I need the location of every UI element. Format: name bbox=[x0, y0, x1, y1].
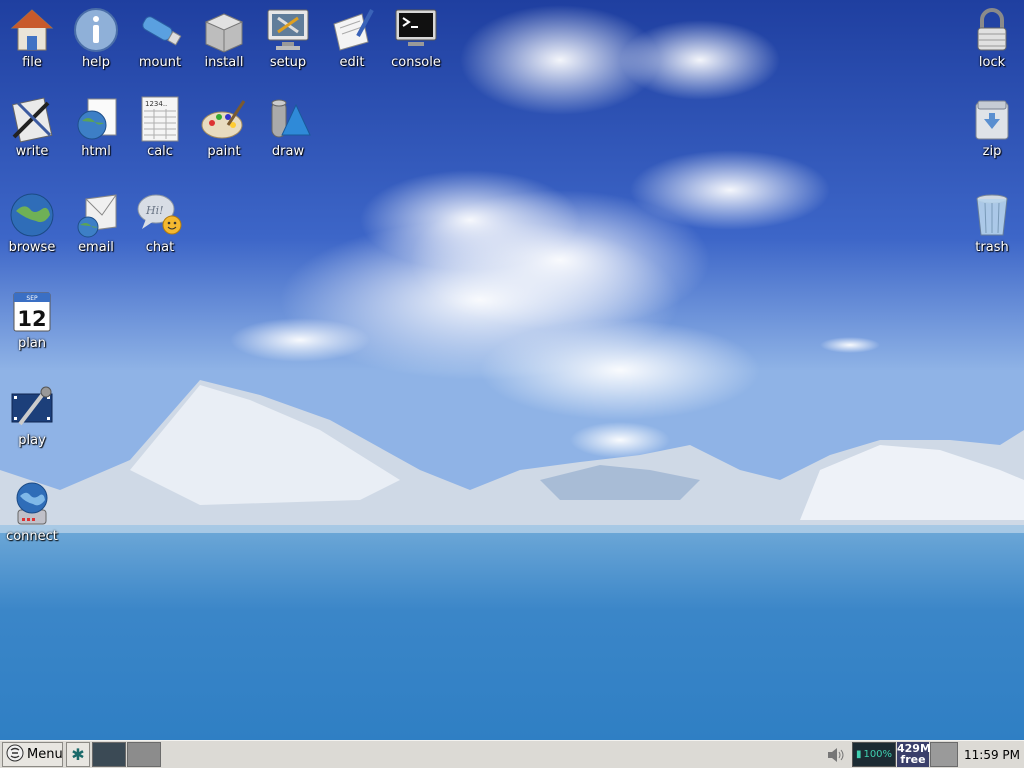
desktop-icon-draw[interactable]: draw bbox=[256, 95, 320, 159]
memory-label: free bbox=[900, 753, 926, 766]
info-icon bbox=[72, 6, 120, 54]
icon-label: trash bbox=[975, 240, 1009, 255]
icon-label: write bbox=[15, 144, 49, 159]
icon-label: mount bbox=[138, 55, 182, 70]
archive-icon bbox=[968, 95, 1016, 143]
trash-bin-icon bbox=[968, 191, 1016, 239]
web-editor-icon bbox=[72, 95, 120, 143]
desktop-icon-file[interactable]: file bbox=[0, 6, 64, 70]
desktop-icon-play[interactable]: play bbox=[0, 384, 64, 448]
desktop-icon-edit[interactable]: edit bbox=[320, 6, 384, 70]
icon-label: zip bbox=[982, 144, 1002, 159]
svg-text:1234..: 1234.. bbox=[145, 100, 167, 108]
home-folder-icon bbox=[8, 6, 56, 54]
desktop-icon-paint[interactable]: paint bbox=[192, 95, 256, 159]
desktop-icon-setup[interactable]: setup bbox=[256, 6, 320, 70]
menu-button[interactable]: Menu bbox=[2, 742, 63, 767]
desktop-icon-zip[interactable]: zip bbox=[960, 95, 1024, 159]
memory-indicator[interactable]: 429M free bbox=[897, 742, 931, 767]
svg-text:Hi!: Hi! bbox=[145, 204, 164, 217]
icon-label: console bbox=[391, 55, 441, 70]
chat-bubble-icon: Hi! bbox=[136, 191, 184, 239]
desktop-icon-email[interactable]: email bbox=[64, 191, 128, 255]
start-menu-icon bbox=[6, 744, 24, 766]
icon-label: install bbox=[204, 55, 244, 70]
menu-label: Menu bbox=[27, 747, 63, 762]
desktop-icon-mount[interactable]: mount bbox=[128, 6, 192, 70]
icon-label: lock bbox=[978, 55, 1006, 70]
volume-icon[interactable] bbox=[824, 742, 848, 767]
battery-icon: ▮ bbox=[855, 749, 862, 760]
desktop-icon-install[interactable]: install bbox=[192, 6, 256, 70]
desktop-icon-browse[interactable]: browse bbox=[0, 191, 64, 255]
desktop-icon-trash[interactable]: trash bbox=[960, 191, 1024, 255]
battery-level: 100% bbox=[863, 749, 893, 760]
icon-label: edit bbox=[339, 55, 365, 70]
desktop-icon-plan[interactable]: SEP 12 plan bbox=[0, 287, 64, 351]
envelope-icon bbox=[72, 191, 120, 239]
icon-label: chat bbox=[145, 240, 175, 255]
icon-label: connect bbox=[6, 529, 58, 544]
globe-icon bbox=[8, 191, 56, 239]
icon-label: browse bbox=[8, 240, 56, 255]
setup-tools-icon bbox=[264, 6, 312, 54]
desktop: file help mount install setup edit conso… bbox=[0, 0, 1024, 740]
calendar-day: 12 bbox=[17, 307, 46, 331]
icon-label: file bbox=[22, 55, 42, 70]
icon-label: play bbox=[18, 433, 46, 448]
desktop-icon-write[interactable]: write bbox=[0, 95, 64, 159]
calendar-month: SEP bbox=[26, 295, 38, 302]
icon-label: email bbox=[78, 240, 114, 255]
desktop-icon-chat[interactable]: Hi! chat bbox=[128, 191, 192, 255]
desktop-icon-html[interactable]: html bbox=[64, 95, 128, 159]
tray-slot bbox=[930, 742, 958, 767]
battery-indicator[interactable]: ▮ 100% bbox=[852, 742, 896, 767]
media-player-icon bbox=[8, 384, 56, 432]
terminal-icon bbox=[392, 6, 440, 54]
workspace-1[interactable] bbox=[92, 742, 126, 767]
workspace-2[interactable] bbox=[127, 742, 161, 767]
icon-label: setup bbox=[269, 55, 307, 70]
word-processor-icon bbox=[8, 95, 56, 143]
usb-drive-icon bbox=[136, 6, 184, 54]
icon-label: calc bbox=[147, 144, 173, 159]
desktop-icon-help[interactable]: help bbox=[64, 6, 128, 70]
icon-label: html bbox=[81, 144, 111, 159]
taskbar: Menu ✱ ▮ 100% 429M free 11:59 PM bbox=[0, 740, 1024, 768]
desktop-icon-console[interactable]: console bbox=[384, 6, 448, 70]
calendar-icon: SEP 12 bbox=[8, 287, 56, 335]
text-edit-icon bbox=[328, 6, 376, 54]
desktop-icon-connect[interactable]: connect bbox=[0, 480, 64, 544]
icon-label: help bbox=[81, 55, 111, 70]
icon-label: paint bbox=[207, 144, 241, 159]
draw-shapes-icon bbox=[264, 95, 312, 143]
icon-label: draw bbox=[271, 144, 305, 159]
spreadsheet-icon: 1234.. bbox=[136, 95, 184, 143]
show-desktop-button[interactable]: ✱ bbox=[66, 742, 90, 767]
palette-icon bbox=[200, 95, 248, 143]
desktop-icon-lock[interactable]: lock bbox=[960, 6, 1024, 70]
package-box-icon bbox=[200, 6, 248, 54]
desktop-icon-calc[interactable]: 1234.. calc bbox=[128, 95, 192, 159]
network-globe-icon bbox=[8, 480, 56, 528]
padlock-icon bbox=[968, 6, 1016, 54]
icon-label: plan bbox=[17, 336, 47, 351]
asterisk-icon: ✱ bbox=[71, 744, 85, 764]
clock[interactable]: 11:59 PM bbox=[960, 742, 1024, 767]
